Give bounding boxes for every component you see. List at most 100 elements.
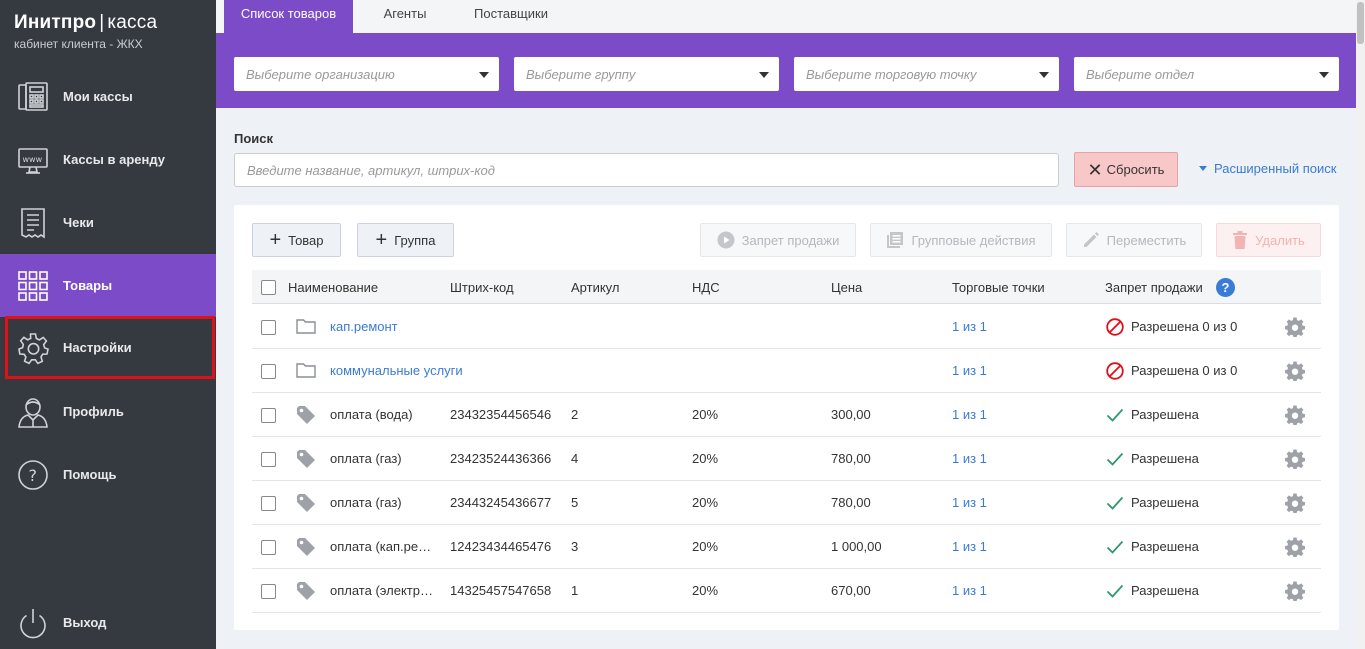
pencil-icon (1082, 231, 1100, 249)
cell-vat: 20% (692, 539, 719, 554)
row-checkbox[interactable] (261, 364, 276, 379)
organization-select[interactable]: Выберите организацию (234, 57, 499, 91)
sidebar-item-label: Помощь (63, 467, 117, 482)
table-row[interactable]: оплата (газ) 23423524436366 4 20% 780,00 1 из… (252, 437, 1321, 481)
delete-label: Удалить (1255, 232, 1305, 248)
page-scrollbar[interactable] (1356, 0, 1365, 649)
help-circle-icon[interactable]: ? (1216, 278, 1235, 297)
add-group-button[interactable]: + Группа (357, 223, 454, 257)
row-settings-gear-icon[interactable] (1285, 317, 1305, 337)
sidebar-item-rental[interactable]: www Кассы в аренду (0, 128, 216, 191)
row-settings-gear-icon[interactable] (1285, 493, 1305, 513)
cell-barcode: 23443245436677 (450, 495, 552, 510)
svg-text:?: ? (29, 466, 38, 485)
cell-name[interactable]: кап.ремонт (330, 319, 398, 334)
sidebar-item-label: Мои кассы (63, 89, 133, 104)
department-select[interactable]: Выберите отдел (1074, 57, 1339, 91)
add-product-button[interactable]: + Товар (252, 223, 341, 257)
cell-barcode: 14325457547658 (450, 583, 552, 598)
cell-points-link[interactable]: 1 из 1 (952, 495, 987, 510)
cell-points-link[interactable]: 1 из 1 (952, 583, 987, 598)
cell-article: 2 (571, 407, 579, 422)
search-input[interactable]: Введите название, артикул, штрих-код (234, 153, 1059, 187)
cell-barcode: 23423524436366 (450, 451, 552, 466)
sidebar-item-products[interactable]: Товары (0, 254, 216, 317)
column-vat[interactable]: НДС (692, 280, 720, 295)
app-subtitle: кабинет клиента - ЖКХ (14, 37, 143, 51)
ban-icon (1106, 318, 1124, 336)
tab-agents[interactable]: Агенты (364, 0, 446, 33)
point-select[interactable]: Выберите торговую точку (794, 57, 1059, 91)
group-select[interactable]: Выберите группу (514, 57, 779, 91)
column-ban[interactable]: Запрет продажи (1105, 280, 1203, 295)
cell-barcode: 12423434465476 (450, 539, 552, 554)
row-settings-gear-icon[interactable] (1285, 449, 1305, 469)
column-points[interactable]: Торговые точки (952, 280, 1045, 295)
row-settings-gear-icon[interactable] (1285, 537, 1305, 557)
cell-points-link[interactable]: 1 из 1 (952, 539, 987, 554)
table-row[interactable]: оплата (вода) 23432354456546 2 20% 300,00 1 и… (252, 393, 1321, 437)
reset-button[interactable]: ✕ Сбросить (1074, 152, 1178, 187)
sidebar-item-cash-registers[interactable]: Мои кассы (0, 65, 216, 128)
row-checkbox[interactable] (261, 496, 276, 511)
cell-points-link[interactable]: 1 из 1 (952, 451, 987, 466)
select-all-checkbox[interactable] (261, 280, 276, 295)
cell-price: 300,00 (831, 407, 871, 422)
table-row[interactable]: кап.ремонт 1 из 1 Разрешена 0 из 0 (252, 305, 1321, 349)
check-icon (1106, 538, 1124, 556)
chevron-down-icon (1319, 72, 1329, 78)
row-checkbox[interactable] (261, 540, 276, 555)
tab-suppliers[interactable]: Поставщики (458, 0, 564, 33)
row-settings-gear-icon[interactable] (1285, 581, 1305, 601)
table-row[interactable]: оплата (электр… 14325457547658 1 20% 670,00 1… (252, 569, 1321, 613)
column-article[interactable]: Артикул (571, 280, 619, 295)
ban-sale-label: Запрет продажи (741, 232, 840, 248)
column-barcode[interactable]: Штрих-код (450, 280, 514, 295)
scrollbar-thumb[interactable] (1357, 2, 1364, 44)
check-icon (1106, 450, 1124, 468)
row-checkbox[interactable] (261, 452, 276, 467)
tag-icon (296, 537, 316, 556)
row-settings-gear-icon[interactable] (1285, 405, 1305, 425)
row-checkbox[interactable] (261, 320, 276, 335)
column-name[interactable]: Наименование (288, 280, 378, 295)
cell-price: 1 000,00 (831, 539, 882, 554)
tab-product-list[interactable]: Список товаров (224, 0, 353, 33)
logout-button[interactable]: Выход (0, 591, 216, 649)
sidebar-item-label: Чеки (63, 215, 94, 230)
sidebar-item-profile[interactable]: Профиль (0, 380, 216, 443)
sidebar-item-help[interactable]: ? Помощь (0, 443, 216, 506)
check-icon (1106, 406, 1124, 424)
cell-name[interactable]: коммунальные услуги (330, 363, 463, 378)
table-header: Наименование Штрих-код Артикул НДС Цена … (252, 270, 1321, 304)
delete-button[interactable]: Удалить (1216, 223, 1321, 257)
cell-points-link[interactable]: 1 из 1 (952, 407, 987, 422)
advanced-search-link[interactable]: Расширенный поиск (1199, 161, 1336, 176)
cell-name: оплата (газ) (330, 451, 402, 466)
help-icon: ? (15, 457, 51, 493)
row-checkbox[interactable] (261, 408, 276, 423)
table-row[interactable]: коммунальные услуги 1 из 1 Разрешена 0 из … (252, 349, 1321, 393)
sidebar-item-settings[interactable]: Настройки (5, 316, 215, 379)
cell-points-link[interactable]: 1 из 1 (952, 363, 987, 378)
check-icon (1106, 582, 1124, 600)
power-icon (15, 605, 51, 641)
cell-vat: 20% (692, 583, 719, 598)
column-price[interactable]: Цена (831, 280, 862, 295)
group-actions-button[interactable]: Групповые действия (870, 223, 1052, 257)
grid-icon (15, 268, 51, 304)
row-settings-gear-icon[interactable] (1285, 361, 1305, 381)
cell-price: 780,00 (831, 495, 871, 510)
move-label: Переместить (1106, 232, 1187, 248)
sidebar-item-receipts[interactable]: Чеки (0, 191, 216, 254)
cell-points-link[interactable]: 1 из 1 (952, 319, 987, 334)
ban-sale-button[interactable]: Запрет продажи (700, 223, 856, 257)
organization-select-placeholder: Выберите организацию (246, 67, 395, 82)
table-row[interactable]: оплата (газ) 23443245436677 5 20% 780,00 1 из… (252, 481, 1321, 525)
table-row[interactable]: оплата (кап.ре… 12423434465476 3 20% 1 000,0… (252, 525, 1321, 569)
row-checkbox[interactable] (261, 584, 276, 599)
sidebar-item-label: Профиль (63, 404, 124, 419)
move-button[interactable]: Переместить (1066, 223, 1202, 257)
cell-article: 4 (571, 451, 579, 466)
gear-icon (15, 330, 51, 366)
